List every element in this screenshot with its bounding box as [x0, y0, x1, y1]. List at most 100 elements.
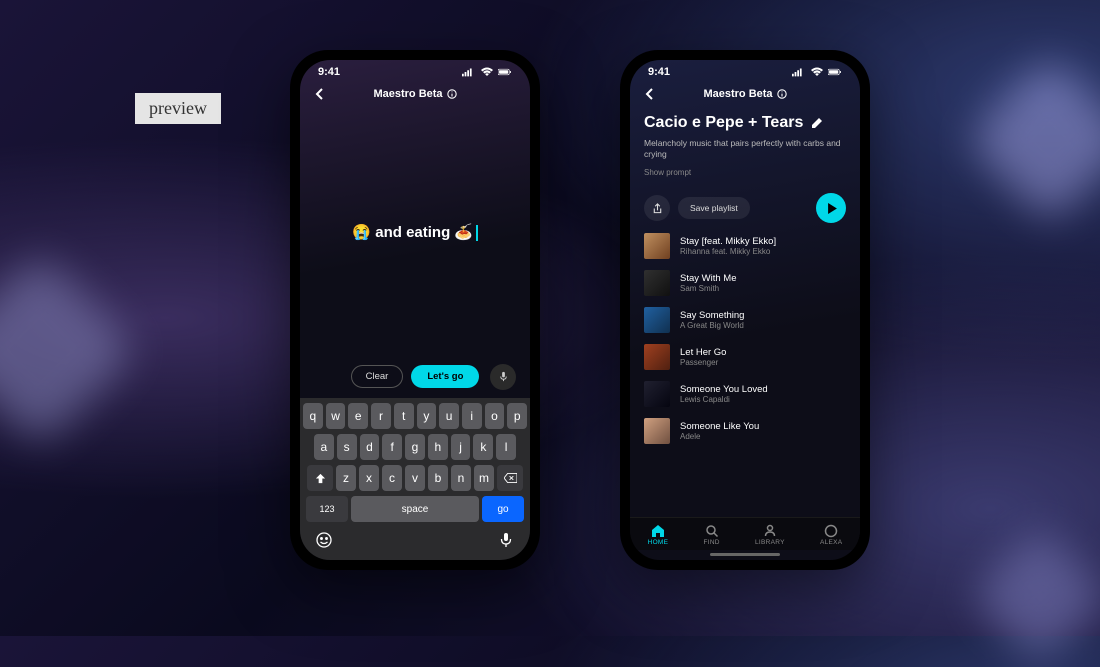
key-f[interactable]: f [382, 434, 402, 460]
status-bar: 9:41 [630, 60, 860, 80]
info-icon[interactable] [447, 89, 457, 99]
track-artist: Sam Smith [680, 284, 737, 293]
playlist-header: Cacio e Pepe + Tears Melancholy music th… [630, 108, 860, 183]
screen: 9:41 Maestro Beta 😭 and eating 🍝 Clear L… [300, 60, 530, 560]
key-p[interactable]: p [507, 403, 527, 429]
app-header: Maestro Beta [630, 80, 860, 108]
status-bar: 9:41 [300, 60, 530, 80]
decorative-blob [965, 55, 1100, 225]
key-v[interactable]: v [405, 465, 425, 491]
home-icon [651, 524, 665, 538]
key-r[interactable]: r [371, 403, 391, 429]
key-d[interactable]: d [360, 434, 380, 460]
save-playlist-button[interactable]: Save playlist [678, 197, 750, 219]
battery-icon [498, 67, 512, 77]
key-k[interactable]: k [473, 434, 493, 460]
status-time: 9:41 [648, 66, 670, 78]
key-a[interactable]: a [314, 434, 334, 460]
album-art [644, 307, 670, 333]
track-row[interactable]: Say SomethingA Great Big World [644, 307, 846, 333]
key-m[interactable]: m [474, 465, 494, 491]
key-g[interactable]: g [405, 434, 425, 460]
prompt-emoji: 😭 [352, 224, 371, 241]
key-c[interactable]: c [382, 465, 402, 491]
key-z[interactable]: z [336, 465, 356, 491]
clear-button[interactable]: Clear [351, 365, 404, 388]
track-artist: Rihanna feat. Mikky Ekko [680, 247, 776, 256]
key-w[interactable]: w [326, 403, 346, 429]
microphone-icon [498, 371, 509, 382]
track-row[interactable]: Let Her GoPassenger [644, 344, 846, 370]
key-x[interactable]: x [359, 465, 379, 491]
search-icon [705, 524, 719, 538]
track-title: Say Something [680, 310, 744, 321]
tab-alexa[interactable]: ALEXA [820, 524, 842, 546]
track-artist: Lewis Capaldi [680, 395, 768, 404]
tab-label: LIBRARY [755, 539, 785, 546]
key-backspace[interactable] [497, 465, 523, 491]
album-art [644, 418, 670, 444]
key-t[interactable]: t [394, 403, 414, 429]
album-art [644, 344, 670, 370]
key-shift[interactable] [307, 465, 333, 491]
track-title: Someone You Loved [680, 384, 768, 395]
key-o[interactable]: o [485, 403, 505, 429]
back-icon[interactable] [312, 86, 328, 102]
key-q[interactable]: q [303, 403, 323, 429]
back-icon[interactable] [642, 86, 658, 102]
key-b[interactable]: b [428, 465, 448, 491]
track-row[interactable]: Stay With MeSam Smith [644, 270, 846, 296]
key-space[interactable]: space [351, 496, 479, 522]
alexa-icon [824, 524, 838, 538]
track-artist: Adele [680, 432, 759, 441]
tab-find[interactable]: FIND [703, 524, 719, 546]
emoji-icon[interactable] [315, 531, 333, 549]
share-button[interactable] [644, 195, 670, 221]
playlist-title: Cacio e Pepe + Tears [644, 114, 803, 132]
tab-library[interactable]: LIBRARY [755, 524, 785, 546]
tab-label: HOME [648, 539, 669, 546]
key-numbers[interactable]: 123 [306, 496, 348, 522]
play-button[interactable] [816, 193, 846, 223]
tab-home[interactable]: HOME [648, 524, 669, 546]
track-row[interactable]: Someone You LovedLewis Capaldi [644, 381, 846, 407]
prompt-actions: Clear Let's go [300, 355, 530, 398]
key-u[interactable]: u [439, 403, 459, 429]
track-list: Stay [feat. Mikky Ekko]Rihanna feat. Mik… [630, 233, 860, 517]
key-h[interactable]: h [428, 434, 448, 460]
key-y[interactable]: y [417, 403, 437, 429]
key-go[interactable]: go [482, 496, 524, 522]
key-i[interactable]: i [462, 403, 482, 429]
key-j[interactable]: j [451, 434, 471, 460]
key-e[interactable]: e [348, 403, 368, 429]
header-title: Maestro Beta [703, 88, 772, 100]
edit-icon[interactable] [811, 117, 823, 129]
key-s[interactable]: s [337, 434, 357, 460]
track-title: Let Her Go [680, 347, 726, 358]
tab-label: ALEXA [820, 539, 842, 546]
signal-icon [462, 67, 476, 77]
signal-icon [792, 67, 806, 77]
key-n[interactable]: n [451, 465, 471, 491]
dictation-icon[interactable] [497, 531, 515, 549]
backspace-icon [504, 473, 517, 483]
show-prompt-link[interactable]: Show prompt [644, 168, 846, 177]
key-l[interactable]: l [496, 434, 516, 460]
track-row[interactable]: Someone Like YouAdele [644, 418, 846, 444]
voice-input-button[interactable] [490, 364, 516, 390]
track-artist: A Great Big World [680, 321, 744, 330]
wifi-icon [810, 67, 824, 77]
header-title: Maestro Beta [373, 88, 442, 100]
track-title: Stay [feat. Mikky Ekko] [680, 236, 776, 247]
lets-go-button[interactable]: Let's go [411, 365, 479, 388]
library-icon [763, 524, 777, 538]
track-row[interactable]: Stay [feat. Mikky Ekko]Rihanna feat. Mik… [644, 233, 846, 259]
album-art [644, 270, 670, 296]
track-artist: Passenger [680, 358, 726, 367]
on-screen-keyboard: q w e r t y u i o p a s d f g h j k l [300, 398, 530, 560]
info-icon[interactable] [777, 89, 787, 99]
text-cursor [476, 225, 478, 241]
battery-icon [828, 67, 842, 77]
prompt-text: and eating [371, 224, 454, 241]
prompt-input-area[interactable]: 😭 and eating 🍝 [300, 108, 530, 355]
